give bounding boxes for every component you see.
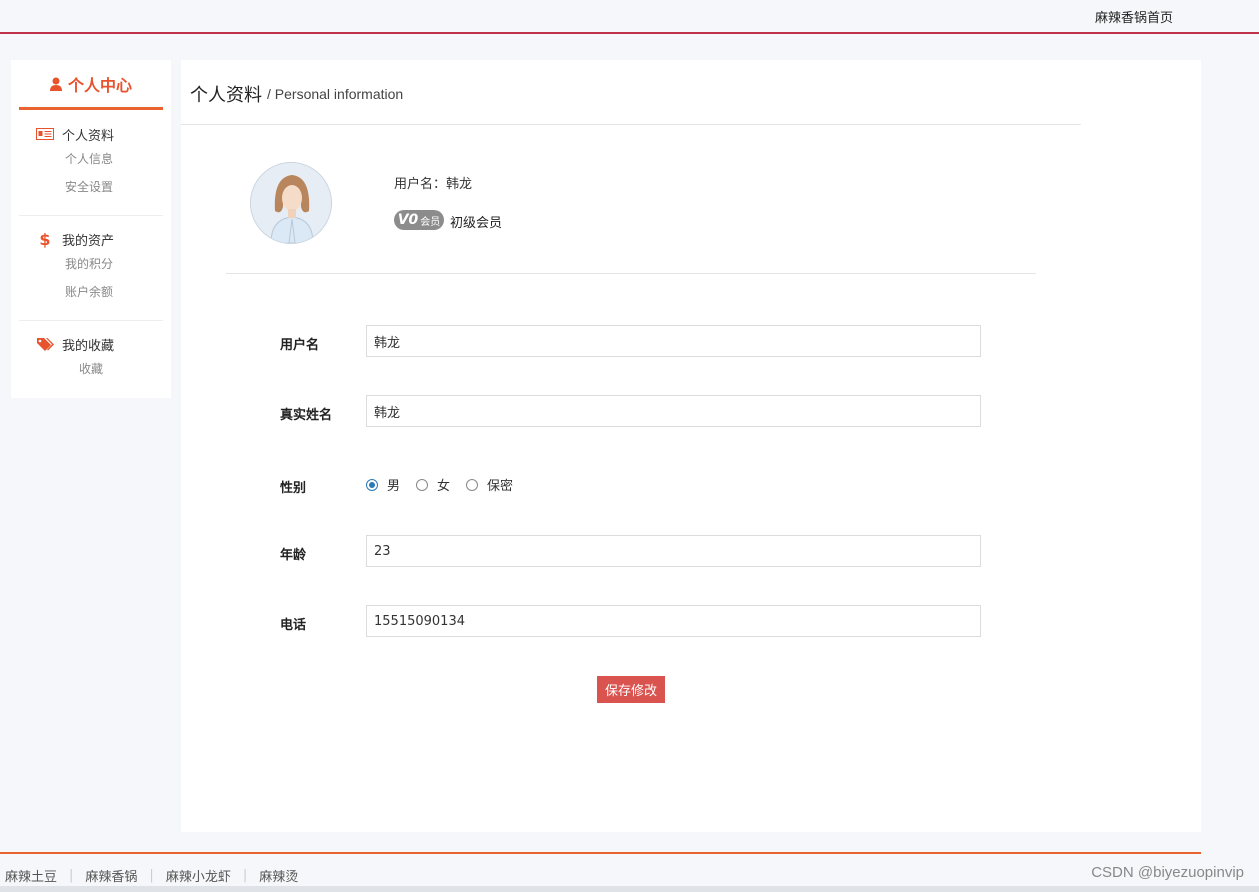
gender-option-label: 保密: [487, 479, 514, 494]
sidebar-subitem-balance[interactable]: 账户余额: [19, 278, 163, 306]
gender-option-label: 男: [387, 479, 401, 494]
radio-icon: [416, 478, 429, 491]
gender-radio-female[interactable]: 女: [416, 475, 450, 494]
page-title: 个人资料: [190, 85, 262, 106]
separator: |: [242, 868, 248, 883]
sidebar-item-label: 我的资产: [62, 233, 115, 249]
watermark: CSDN @biyezuopinvip: [1091, 864, 1244, 881]
sidebar-item-label: 个人资料: [62, 128, 115, 144]
footer-link[interactable]: 麻辣小龙虾: [166, 866, 231, 885]
footer-link[interactable]: 麻辣土豆: [5, 866, 57, 885]
sidebar-item-assets[interactable]: $ 我的资产: [19, 228, 163, 250]
footer-link[interactable]: 麻辣香锅: [85, 866, 137, 885]
tags-icon: [36, 336, 54, 352]
sidebar-subitem-collection[interactable]: 收藏: [19, 355, 163, 383]
dollar-icon: $: [39, 229, 51, 249]
top-bar: 麻辣香锅首页: [0, 0, 1259, 34]
sidebar-item-favorites[interactable]: 我的收藏: [19, 333, 163, 355]
footer-divider: [0, 852, 1201, 854]
sidebar-title-label: 个人中心: [67, 75, 132, 95]
profile-username: 用户名：韩龙: [394, 177, 473, 192]
vip-level-name: 初级会员: [450, 216, 503, 231]
form-row-realname: 真实姓名: [280, 395, 981, 427]
sidebar-subitem-security[interactable]: 安全设置: [19, 173, 163, 201]
id-card-icon: [36, 126, 54, 142]
sidebar: 个人中心 个人资料 个人信息 安全设置 $ 我的资产 我的积分 账户余额 我的收…: [11, 60, 171, 398]
gender-radio-group: 男 女 保密: [366, 475, 529, 494]
age-input[interactable]: [366, 535, 981, 567]
separator: |: [69, 868, 74, 883]
radio-icon: [466, 478, 479, 491]
gender-option-label: 女: [437, 479, 451, 494]
save-button[interactable]: 保存修改: [597, 676, 665, 703]
sidebar-subitem-personal-info[interactable]: 个人信息: [19, 145, 163, 173]
gender-radio-secret[interactable]: 保密: [466, 475, 513, 494]
vip-level-code: V0: [397, 212, 419, 228]
user-icon: [49, 77, 62, 91]
realname-input[interactable]: [366, 395, 981, 427]
page-header: 个人资料 / Personal information: [181, 60, 1081, 125]
avatar[interactable]: [250, 162, 332, 244]
vip-badge-text: 会员: [420, 216, 441, 228]
separator: |: [149, 868, 154, 883]
sidebar-item-profile[interactable]: 个人资料: [19, 123, 163, 145]
phone-label: 电话: [280, 618, 307, 633]
vip-badge: V0 会员: [394, 210, 444, 230]
form-row-age: 年龄: [280, 535, 981, 567]
age-label: 年龄: [280, 548, 307, 563]
gender-label: 性别: [280, 481, 307, 496]
gender-radio-male[interactable]: 男: [366, 475, 400, 494]
sidebar-subitem-points[interactable]: 我的积分: [19, 250, 163, 278]
form-row-username: 用户名: [280, 325, 981, 357]
footer-link[interactable]: 麻辣烫: [259, 866, 298, 885]
radio-icon: [366, 478, 378, 491]
form-row-gender: 性别 男 女 保密: [280, 468, 980, 500]
form-row-phone: 电话: [280, 605, 981, 637]
sidebar-group-assets: $ 我的资产 我的积分 账户余额: [19, 228, 163, 321]
footer-links: 麻辣土豆 | 麻辣香锅 | 麻辣小龙虾 | 麻辣烫: [5, 866, 298, 885]
sidebar-group-profile: 个人资料 个人信息 安全设置: [19, 123, 163, 216]
sidebar-item-label: 我的收藏: [62, 338, 115, 354]
sidebar-group-favorites: 我的收藏 收藏: [19, 333, 163, 393]
home-link[interactable]: 麻辣香锅首页: [1095, 7, 1173, 26]
bottom-strip: [0, 886, 1259, 892]
divider: [226, 273, 1036, 274]
phone-input[interactable]: [366, 605, 981, 637]
realname-label: 真实姓名: [280, 408, 333, 423]
page-subtitle: / Personal information: [267, 86, 404, 102]
main-panel: 个人资料 / Personal information 用户名：韩龙 V0 会员…: [181, 60, 1201, 832]
username-label: 用户名: [280, 338, 320, 353]
sidebar-title: 个人中心: [19, 60, 163, 110]
username-input[interactable]: [366, 325, 981, 357]
